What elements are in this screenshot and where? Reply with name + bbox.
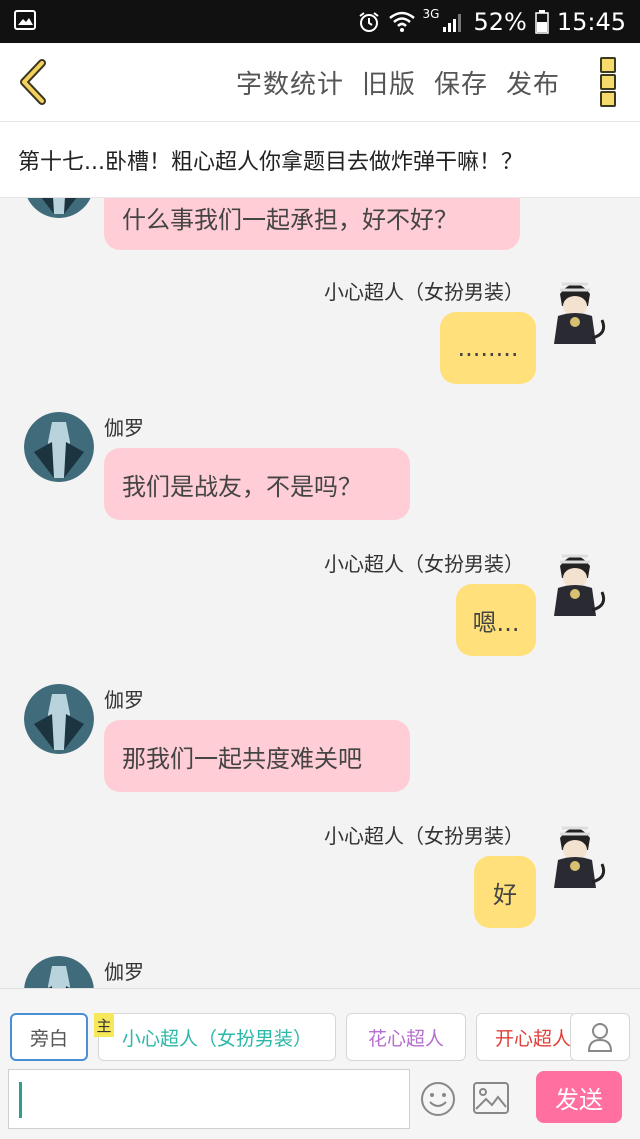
text-caret — [19, 1082, 22, 1118]
publish-button[interactable]: 发布 — [506, 64, 560, 101]
message-input[interactable] — [8, 1069, 410, 1129]
role-narrator-button[interactable]: 旁白 — [10, 1013, 88, 1061]
message-bubble[interactable]: ........ — [440, 312, 536, 384]
message-bubble[interactable]: 什么事我们一起承担，好不好？ — [104, 198, 520, 250]
avatar[interactable] — [24, 198, 94, 218]
character-avatar-icon — [554, 282, 606, 344]
avatar[interactable] — [540, 816, 610, 896]
battery-icon — [535, 9, 549, 34]
character-avatar-icon — [554, 826, 606, 888]
more-menu-button[interactable] — [600, 57, 616, 107]
chapter-title[interactable]: 第十七...卧槽！粗心超人你拿题目去做炸弹干嘛！？ — [0, 122, 640, 198]
status-bar: 3G 52% 15:45 — [0, 0, 640, 43]
character-avatar-icon — [554, 554, 606, 616]
character-avatar-icon — [27, 198, 91, 218]
avatar[interactable] — [24, 684, 94, 754]
send-button[interactable]: 发送 — [536, 1071, 622, 1123]
composer: 旁白 主 小心超人（女扮男装） 花心超人 开心超人 发送 — [0, 988, 640, 1139]
manage-characters-button[interactable] — [570, 1013, 630, 1061]
wifi-icon — [388, 11, 415, 32]
save-button[interactable]: 保存 — [434, 64, 488, 101]
header-actions: 字数统计 旧版 保存 发布 — [236, 43, 560, 121]
message-bubble[interactable]: 我们是战友，不是吗？ — [104, 448, 410, 520]
message-bubble[interactable]: 那我们一起共度难关吧 — [104, 720, 410, 792]
chat-area[interactable]: 什么事我们一起承担，好不好？ 小心超人（女扮男装） ........ 伽罗 我们… — [0, 198, 640, 988]
character-avatar-icon — [24, 956, 94, 988]
main-character-tag: 主 — [94, 1013, 114, 1037]
role-character-button[interactable]: 开心超人 — [476, 1013, 576, 1061]
speaker-name: 伽罗 — [104, 688, 144, 712]
speaker-name: 伽罗 — [104, 416, 144, 440]
battery-percent: 52% — [473, 7, 527, 36]
image-icon[interactable] — [472, 1081, 510, 1115]
role-character-button[interactable]: 小心超人（女扮男装） — [98, 1013, 336, 1061]
alarm-icon — [358, 11, 379, 32]
character-avatar-icon — [24, 684, 94, 754]
role-character-button[interactable]: 花心超人 — [346, 1013, 466, 1061]
avatar[interactable] — [540, 272, 610, 352]
chevron-left-icon — [20, 59, 46, 105]
avatar[interactable] — [24, 412, 94, 482]
menu-dot-icon — [600, 91, 616, 107]
role-selector: 旁白 主 小心超人（女扮男装） 花心超人 开心超人 — [0, 999, 640, 1061]
avatar[interactable] — [540, 544, 610, 624]
character-avatar-icon — [24, 412, 94, 482]
speaker-name: 小心超人（女扮男装） — [324, 552, 524, 576]
signal-icon — [443, 13, 462, 32]
gallery-notification-icon — [14, 10, 36, 30]
avatar[interactable] — [24, 956, 94, 988]
old-version-button[interactable]: 旧版 — [362, 64, 416, 101]
clock: 15:45 — [556, 7, 626, 36]
network-type: 3G — [422, 6, 440, 21]
menu-dot-icon — [600, 57, 616, 73]
speaker-name: 小心超人（女扮男装） — [324, 280, 524, 304]
message-bubble[interactable]: 好 — [474, 856, 536, 928]
message-bubble[interactable]: 嗯... — [456, 584, 536, 656]
speaker-name: 伽罗 — [104, 960, 144, 984]
emoji-icon[interactable] — [420, 1081, 456, 1117]
user-icon — [587, 1023, 613, 1052]
editor-header: 字数统计 旧版 保存 发布 — [0, 43, 640, 122]
word-count-button[interactable]: 字数统计 — [236, 64, 344, 101]
back-button[interactable] — [14, 57, 54, 107]
menu-dot-icon — [600, 74, 616, 90]
speaker-name: 小心超人（女扮男装） — [324, 824, 524, 848]
